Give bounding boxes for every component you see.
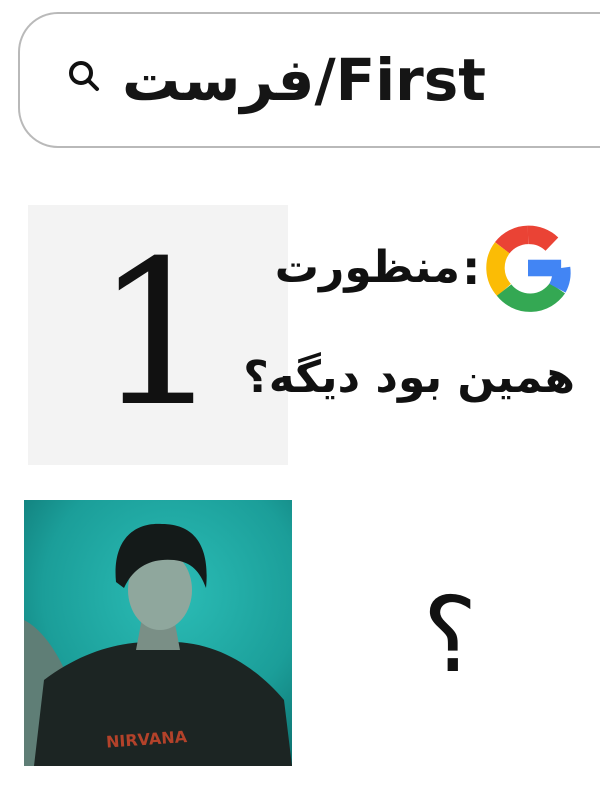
caption-line-2: همین بود دیگه؟ [243,352,575,403]
search-icon[interactable] [66,58,102,94]
google-g-logo-icon [486,225,571,312]
answer-question-mark: ؟ [422,574,478,696]
colon-separator: : [462,241,481,295]
number-digit: 1 [94,218,222,451]
number-card: 1 [28,205,288,465]
search-query[interactable]: فرست/First [122,40,522,120]
caption-line-1: منظورت [274,242,460,293]
portrait-photo: NIRVANA [24,500,292,766]
